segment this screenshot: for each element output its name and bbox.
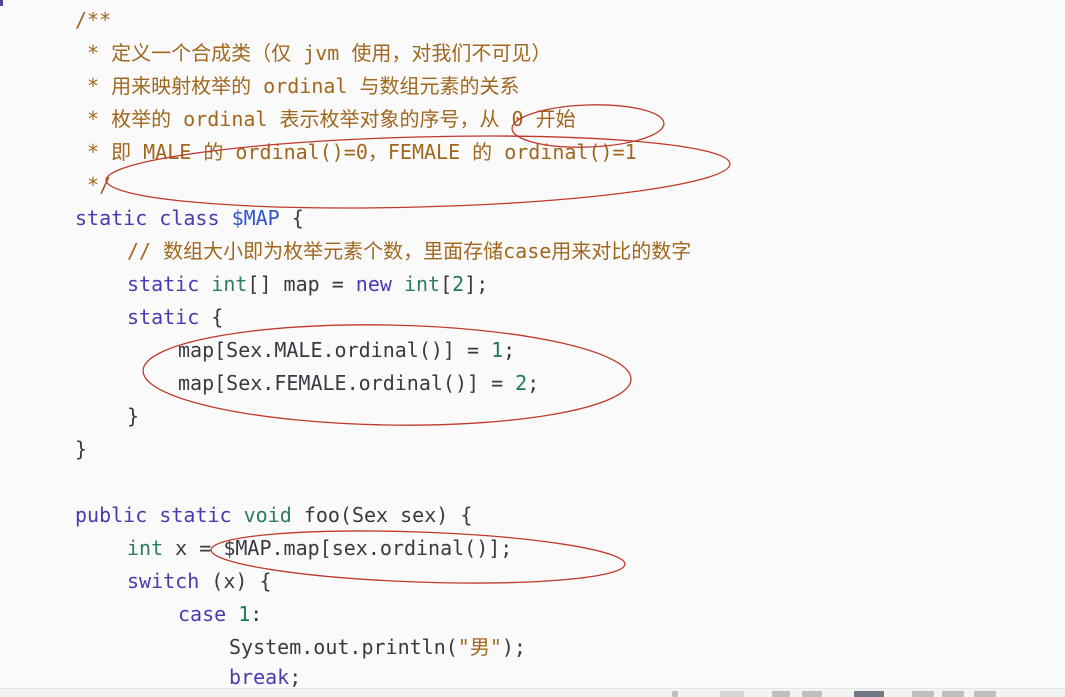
code-line-12: map[Sex.FEMALE.ordinal()] = 2; bbox=[178, 368, 539, 398]
keyword: new bbox=[355, 272, 392, 296]
comment-text: // 数组大小即为枚举元素个数，里面存储case用来对比的数字 bbox=[127, 239, 692, 263]
code-text: ; bbox=[289, 665, 302, 688]
number-literal: 2 bbox=[452, 272, 465, 296]
code-line-2: * 定义一个合成类（仅 jvm 使用，对我们不可见） bbox=[75, 38, 551, 68]
code-text: ; bbox=[503, 338, 516, 362]
comment-close: */ bbox=[75, 173, 112, 197]
number-literal: 1 bbox=[238, 602, 251, 626]
code-block: /** * 定义一个合成类（仅 jvm 使用，对我们不可见） * 用来映射枚举的… bbox=[0, 0, 1065, 688]
left-edge-marker bbox=[0, 0, 3, 6]
comment-text: * 定义一个合成类（仅 jvm 使用，对我们不可见） bbox=[75, 41, 552, 65]
status-icon[interactable] bbox=[720, 691, 744, 697]
status-icon[interactable] bbox=[802, 691, 822, 697]
string-literal: "男" bbox=[457, 635, 502, 659]
code-line-15: public static void foo(Sex sex) { bbox=[75, 500, 472, 530]
comment-text: * 用来映射枚举的 ordinal 与数组元素的关系 bbox=[75, 74, 520, 98]
type: int bbox=[403, 272, 441, 296]
code-line-10: static { bbox=[127, 302, 223, 332]
code-line-7: static class $MAP { bbox=[75, 203, 304, 233]
keyword: public bbox=[75, 503, 148, 527]
comment-text: * 即 MALE 的 ordinal()=0，FEMALE 的 ordinal(… bbox=[75, 140, 637, 164]
code-text: map[Sex.MALE.ordinal()] = bbox=[178, 338, 492, 362]
status-icon[interactable] bbox=[974, 691, 996, 697]
code-line-1: /** bbox=[75, 5, 111, 35]
keyword: class bbox=[159, 206, 220, 230]
code-text: ; bbox=[527, 371, 540, 395]
keyword: break bbox=[229, 665, 290, 688]
code-line-14: } bbox=[75, 434, 87, 464]
code-text: foo(Sex sex) { bbox=[303, 503, 473, 527]
type: int bbox=[127, 536, 164, 560]
code-line-5: * 即 MALE 的 ordinal()=0，FEMALE 的 ordinal(… bbox=[75, 137, 637, 167]
code-line-13: } bbox=[127, 401, 139, 431]
keyword: static bbox=[75, 206, 148, 230]
status-icon[interactable] bbox=[672, 691, 678, 697]
keyword: static bbox=[127, 272, 200, 296]
code-text: x = $MAP.map[sex.ordinal()]; bbox=[175, 536, 513, 560]
code-text: [ bbox=[440, 272, 453, 296]
code-line-16: int x = $MAP.map[sex.ordinal()]; bbox=[127, 533, 512, 563]
code-text: : bbox=[250, 602, 263, 626]
keyword: static bbox=[127, 305, 200, 329]
status-icon[interactable] bbox=[772, 691, 790, 697]
comment-open: /** bbox=[75, 8, 112, 32]
code-line-19: System.out.println("男"); bbox=[229, 632, 526, 662]
status-icon[interactable] bbox=[942, 691, 964, 697]
code-text: (x) { bbox=[211, 569, 272, 593]
type: void bbox=[243, 503, 292, 527]
keyword: case bbox=[178, 602, 227, 626]
brace: { bbox=[211, 305, 224, 329]
brace: { bbox=[291, 206, 304, 230]
code-text: System.out.println( bbox=[229, 635, 458, 659]
number-literal: 1 bbox=[491, 338, 504, 362]
brace: } bbox=[127, 404, 140, 428]
code-text: map[Sex.FEMALE.ordinal()] = bbox=[178, 371, 516, 395]
class-name: $MAP bbox=[231, 206, 280, 230]
code-line-17: switch (x) { bbox=[127, 566, 272, 596]
type: int bbox=[211, 272, 248, 296]
code-line-9: static int[] map = new int[2]; bbox=[127, 269, 488, 299]
status-icon[interactable] bbox=[854, 691, 884, 697]
keyword: static bbox=[159, 503, 232, 527]
code-text: [] map = bbox=[247, 272, 356, 296]
code-line-6: */ bbox=[75, 170, 111, 200]
number-literal: 2 bbox=[515, 371, 528, 395]
code-text: ]; bbox=[464, 272, 489, 296]
code-line-4: * 枚举的 ordinal 表示枚举对象的序号，从 0 开始 bbox=[75, 104, 576, 134]
brace: } bbox=[75, 437, 88, 461]
code-line-11: map[Sex.MALE.ordinal()] = 1; bbox=[178, 335, 515, 365]
code-line-20: break; bbox=[229, 662, 301, 688]
code-line-3: * 用来映射枚举的 ordinal 与数组元素的关系 bbox=[75, 71, 520, 101]
code-text: ); bbox=[501, 635, 526, 659]
comment-text: * 枚举的 ordinal 表示枚举对象的序号，从 0 开始 bbox=[75, 107, 576, 131]
keyword: switch bbox=[127, 569, 200, 593]
code-line-8: // 数组大小即为枚举元素个数，里面存储case用来对比的数字 bbox=[127, 236, 691, 266]
code-line-18: case 1: bbox=[178, 599, 262, 629]
status-icon[interactable] bbox=[912, 691, 934, 697]
